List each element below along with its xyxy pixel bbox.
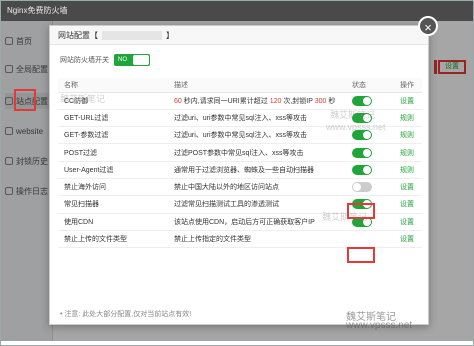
rule-name: GET-URL过滤 xyxy=(58,109,168,128)
col-header-op: 操作 xyxy=(394,78,422,93)
highlight-box-cdn xyxy=(347,247,375,263)
rules-table: 名称 描述 状态 操作 CC防御 60 秒内,请求同一URI累计超过 120 次… xyxy=(58,78,422,249)
rule-switch[interactable] xyxy=(352,164,372,175)
table-row: User-Agent过滤 通常用于过滤浏览器、蜘蛛及一些自动扫描器 规则 xyxy=(58,161,422,179)
table-row: POST过滤 过滤POST参数中常见sql注入、xss等攻击 规则 xyxy=(58,143,422,162)
watermark: 魏艾斯笔记 xyxy=(322,212,368,222)
rule-state xyxy=(346,230,394,249)
dialog-title: 网站配置【 xyxy=(58,31,98,40)
rule-name: 使用CDN xyxy=(58,213,168,231)
watermark: 魏艾斯笔记 xyxy=(330,110,376,120)
watermark: 魏艾斯笔记 xyxy=(60,94,106,104)
cc-desc-part: 秒内,请求同一URI累计超过 xyxy=(181,97,270,105)
rule-op-link[interactable]: 设置 xyxy=(394,195,422,214)
rule-name: User-Agent过滤 xyxy=(58,161,168,179)
firewall-switch[interactable]: NO xyxy=(114,54,150,66)
watermark: www.vpsss.net xyxy=(346,320,413,331)
rule-desc: 60 秒内,请求同一URI累计超过 120 次,封锁IP 300 秒 xyxy=(168,92,346,110)
rule-name: 禁止海外访问 xyxy=(58,178,168,197)
firewall-label: 网站防火墙开关 xyxy=(60,57,109,64)
dialog-header: 网站配置【 】 xyxy=(50,26,428,45)
rule-name: 禁止上传的文件类型 xyxy=(58,230,168,249)
highlight-box-sidebar xyxy=(14,89,36,111)
rule-op-link[interactable]: 规则 xyxy=(394,109,422,128)
cc-seconds: 60 xyxy=(174,97,182,105)
close-button[interactable]: × xyxy=(418,16,438,36)
rule-state xyxy=(346,178,394,197)
rule-switch[interactable] xyxy=(352,147,372,158)
rule-op-link[interactable]: 规则 xyxy=(394,126,422,145)
watermark: www.vpsss.net xyxy=(326,122,386,132)
footer-note: • 注意: 此处大部分配置,仅对当前站点有效! xyxy=(60,311,192,318)
cc-block-seconds: 300 xyxy=(314,97,327,105)
site-name-redacted xyxy=(102,31,162,40)
app-titlebar: Nginx免费防火墙 xyxy=(1,1,473,21)
rule-desc: 该站点使用CDN，启动后方可正确获取客户IP xyxy=(168,213,346,231)
rule-switch[interactable] xyxy=(352,95,372,106)
rule-desc: 过滤uri、uri参数中常见sql注入、xss等攻击 xyxy=(168,126,346,145)
rule-state xyxy=(346,143,394,162)
table-row: 禁止海外访问 禁止中国大陆以外的地区访问站点 设置 xyxy=(58,178,422,197)
rule-switch[interactable] xyxy=(352,182,372,193)
cc-desc-part: 次,封锁IP xyxy=(281,97,315,105)
dialog-title-suffix: 】 xyxy=(166,31,174,40)
rule-desc: 禁止上传指定的文件类型 xyxy=(168,230,346,249)
rule-name: POST过滤 xyxy=(58,143,168,162)
rule-desc: 过滤常见扫描测试工具的渗透测试 xyxy=(168,195,346,214)
rule-op-link[interactable]: 设置 xyxy=(394,213,422,231)
rule-op-link[interactable]: 设置 xyxy=(394,230,422,249)
table-row: CC防御 60 秒内,请求同一URI累计超过 120 次,封锁IP 300 秒 … xyxy=(58,92,422,110)
rule-op-link[interactable]: 规则 xyxy=(394,143,422,162)
rule-desc: 过滤POST参数中常见sql注入、xss等攻击 xyxy=(168,143,346,162)
rule-name: GET-参数过滤 xyxy=(58,126,168,145)
rule-op-link[interactable]: 规则 xyxy=(394,161,422,179)
rule-op-link[interactable]: 设置 xyxy=(394,92,422,110)
col-header-state: 状态 xyxy=(346,78,394,93)
table-row: 禁止上传的文件类型 禁止上传指定的文件类型 设置 xyxy=(58,230,422,249)
cc-desc-part: 秒 xyxy=(326,97,336,105)
rule-op-link[interactable]: 设置 xyxy=(394,178,422,197)
rule-desc: 过滤uri、uri参数中常见sql注入、xss等攻击 xyxy=(168,109,346,128)
col-header-desc: 描述 xyxy=(168,78,346,93)
firewall-toggle-row: 网站防火墙开关 NO xyxy=(60,54,150,66)
rule-desc: 通常用于过滤浏览器、蜘蛛及一些自动扫描器 xyxy=(168,161,346,179)
cc-count: 120 xyxy=(269,97,282,105)
rule-desc: 禁止中国大陆以外的地区访问站点 xyxy=(168,178,346,197)
rule-state xyxy=(346,161,394,179)
col-header-name: 名称 xyxy=(58,78,168,93)
rule-state xyxy=(346,92,394,110)
site-config-dialog: 网站配置【 】 × 网站防火墙开关 NO 名称 描述 状态 操作 CC防御 60… xyxy=(49,16,438,325)
rule-name: 常见扫描器 xyxy=(58,195,168,214)
